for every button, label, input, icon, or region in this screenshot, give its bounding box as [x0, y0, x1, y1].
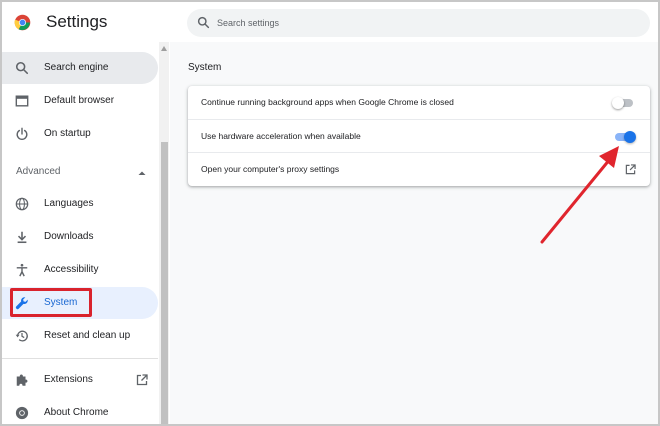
sidebar-item-default-browser[interactable]: Default browser — [2, 85, 158, 117]
setting-label: Continue running background apps when Go… — [201, 97, 454, 107]
sidebar-item-downloads[interactable]: Downloads — [2, 221, 158, 253]
sidebar: Search engine Default browser On startup… — [2, 42, 170, 424]
search-box[interactable] — [187, 9, 650, 37]
annotation-highlight-box — [10, 288, 92, 317]
section-title: System — [188, 62, 222, 73]
sidebar-item-search-engine[interactable]: Search engine — [2, 52, 158, 84]
sidebar-item-languages[interactable]: Languages — [2, 188, 158, 220]
external-link-icon — [136, 374, 148, 386]
search-icon — [197, 16, 210, 29]
sidebar-item-reset[interactable]: Reset and clean up — [2, 320, 158, 352]
hardware-acceleration-toggle[interactable] — [612, 131, 636, 143]
setting-row-hardware-acceleration[interactable]: Use hardware acceleration when available — [188, 119, 650, 152]
history-icon — [15, 330, 28, 342]
external-link-icon[interactable] — [625, 164, 636, 175]
sidebar-item-label: About Chrome — [44, 407, 109, 418]
browser-icon — [15, 95, 29, 107]
setting-label: Open your computer's proxy settings — [201, 164, 340, 174]
chevron-up-icon[interactable] — [138, 170, 146, 176]
chrome-logo-icon — [14, 14, 31, 31]
scrollbar-thumb[interactable] — [161, 142, 168, 424]
accessibility-icon — [16, 263, 28, 277]
sidebar-item-label: Extensions — [44, 374, 93, 385]
background-apps-toggle[interactable] — [612, 97, 636, 109]
sidebar-item-label: Reset and clean up — [44, 330, 131, 341]
search-icon — [15, 61, 29, 75]
setting-label: Use hardware acceleration when available — [201, 131, 361, 141]
setting-row-background-apps[interactable]: Continue running background apps when Go… — [188, 86, 650, 119]
globe-icon — [15, 197, 29, 211]
system-settings-card: Continue running background apps when Go… — [188, 86, 650, 186]
sidebar-item-about-chrome[interactable]: About Chrome — [2, 397, 158, 424]
toggle-knob — [624, 131, 636, 143]
puzzle-icon — [16, 374, 28, 386]
power-icon — [16, 127, 28, 141]
sidebar-item-label: On startup — [44, 128, 91, 139]
search-input[interactable] — [217, 13, 617, 33]
toggle-knob — [612, 97, 624, 109]
download-icon — [17, 231, 27, 244]
header: Settings — [2, 2, 658, 42]
sidebar-scrollbar[interactable] — [159, 42, 169, 424]
setting-row-proxy-settings[interactable]: Open your computer's proxy settings — [188, 152, 650, 185]
chrome-icon — [15, 406, 29, 420]
sidebar-item-extensions[interactable]: Extensions — [2, 364, 158, 396]
sidebar-item-on-startup[interactable]: On startup — [2, 118, 158, 150]
sidebar-item-label: Languages — [44, 198, 94, 209]
scroll-up-arrow-icon[interactable] — [161, 46, 167, 51]
sidebar-divider — [2, 358, 158, 359]
sidebar-item-label: Default browser — [44, 95, 115, 106]
advanced-section-header[interactable]: Advanced — [16, 166, 60, 177]
app-title: Settings — [46, 12, 108, 31]
sidebar-item-label: Accessibility — [44, 264, 99, 275]
settings-window: Settings Search engine Default browser — [0, 0, 660, 426]
sidebar-item-label: Downloads — [44, 231, 94, 242]
sidebar-item-accessibility[interactable]: Accessibility — [2, 254, 158, 286]
sidebar-item-label: Search engine — [44, 62, 109, 73]
